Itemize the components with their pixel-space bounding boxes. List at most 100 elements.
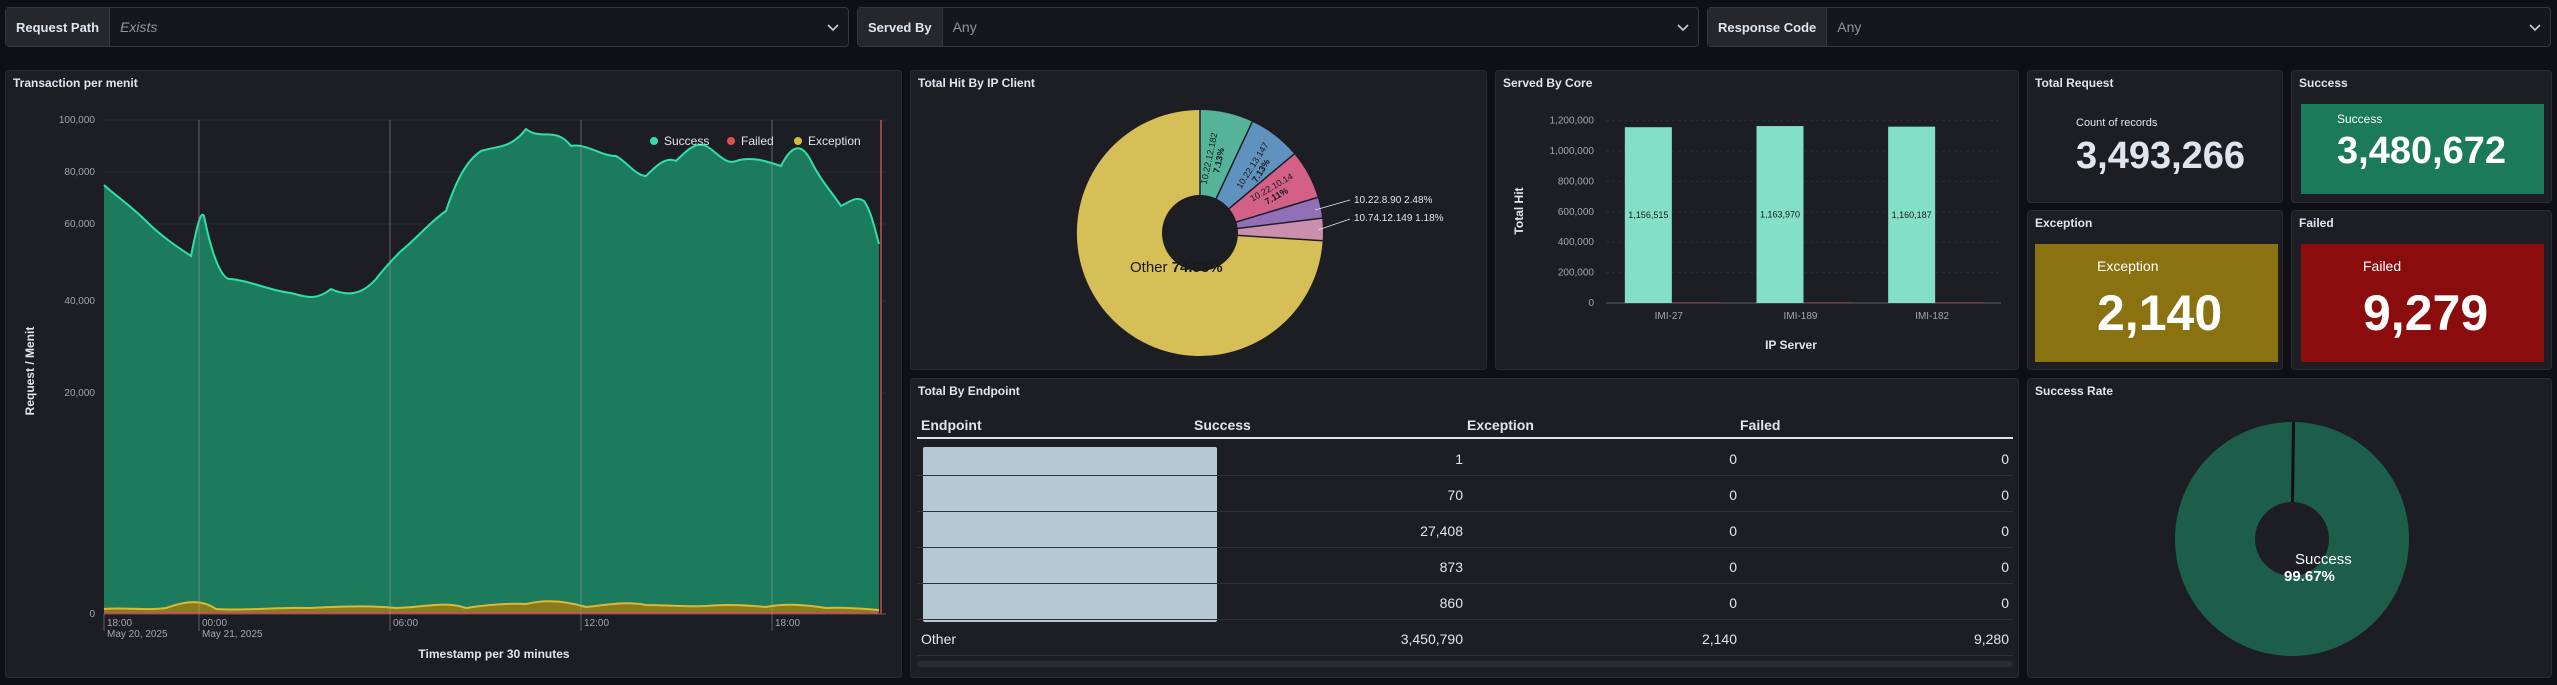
metric-label: Count of records (2076, 117, 2158, 129)
legend-exception-label: Exception (808, 134, 861, 148)
legend-failed-dot (727, 137, 735, 145)
x-tick-label: May 20, 2025 (107, 629, 168, 640)
y-tick-label: 400,000 (1558, 237, 1595, 248)
table-header: Endpoint Success Exception Failed (917, 415, 2013, 439)
y-tick-label: 0 (89, 609, 95, 620)
legend-success-dot (650, 137, 658, 145)
cell-success: 873 (1439, 558, 1463, 575)
x-tick-label: 06:00 (393, 618, 418, 629)
metric-label: Exception (2097, 258, 2159, 274)
served-by-core-panel: Served By Core Total Hit IP Server 1,200… (1495, 70, 2019, 370)
table-row-other[interactable]: Other 3,450,790 2,140 9,280 (917, 621, 2013, 656)
total-request-panel: Total Request Count of records 3,493,266 (2027, 70, 2283, 203)
cell-exception: 0 (1729, 486, 1737, 503)
panel-title: Exception (2035, 216, 2093, 230)
cell-failed: 0 (2001, 594, 2009, 611)
column-header-endpoint[interactable]: Endpoint (921, 417, 982, 433)
y-tick-label: 0 (1588, 298, 1594, 309)
ip-client-panel: Total Hit By IP Client 10.22.12.1827.13%… (910, 70, 1487, 370)
table-row[interactable]: 27,408 0 0 (917, 513, 2013, 548)
filter-label: Request Path (6, 8, 111, 46)
cell-failed: 0 (2001, 486, 2009, 503)
filter-label: Response Code (1708, 8, 1828, 46)
chevron-down-icon[interactable] (818, 8, 848, 46)
cell-exception: 0 (1729, 522, 1737, 539)
metric-label: Success (2337, 112, 2383, 126)
y-tick-label: 20,000 (64, 388, 95, 399)
chevron-down-icon[interactable] (1668, 8, 1698, 46)
cell-success: 70 (1447, 486, 1463, 503)
x-axis-title: Timestamp per 30 minutes (418, 647, 569, 661)
served-by-core-bar-chart[interactable]: Total Hit IP Server 1,200,000 1,000,000 80… (1496, 71, 2020, 371)
cell-success: 3,450,790 (1400, 630, 1463, 647)
cell-exception: 0 (1729, 558, 1737, 575)
horizontal-scrollbar[interactable] (917, 661, 2013, 667)
cell-failed: 0 (2001, 522, 2009, 539)
cell-success: 27,408 (1420, 522, 1463, 539)
success-rate-label: Success (2295, 551, 2352, 568)
y-axis-title: Request / Menit (23, 327, 37, 416)
x-tick-label: 12:00 (584, 618, 609, 629)
filter-value[interactable]: Any (1827, 8, 2520, 46)
cell-endpoint: Other (921, 630, 957, 647)
x-tick-label: May 21, 2025 (202, 629, 263, 640)
table-row[interactable]: 873 0 0 (917, 549, 2013, 584)
metric-value: 3,480,672 (2337, 130, 2507, 172)
y-tick-label: 200,000 (1558, 268, 1595, 279)
chart-legend: Success Failed Exception (650, 134, 861, 148)
x-tick-label: IMI-182 (1915, 311, 1949, 322)
bar-value-label: 1,160,187 (1892, 210, 1932, 220)
ip-client-donut-chart[interactable]: 10.22.12.1827.13% 10.22.13.1477.13% 10.2… (911, 71, 1488, 371)
exception-panel: Exception Exception 2,140 (2027, 210, 2283, 370)
x-tick-label: IMI-27 (1655, 311, 1684, 322)
x-tick-label: 00:00 (202, 618, 227, 629)
filter-response-code[interactable]: Response Code Any (1707, 7, 2551, 47)
cell-success: 860 (1439, 594, 1463, 611)
failed-panel: Failed Failed 9,279 (2291, 210, 2552, 370)
other-slice-label: Other 74.98% (1130, 259, 1223, 276)
table-row[interactable]: 1 0 0 (917, 441, 2013, 476)
y-axis-title: Total Hit (1512, 187, 1526, 234)
bar-value-label: 1,163,970 (1760, 210, 1800, 220)
y-tick-label: 40,000 (64, 296, 95, 307)
y-tick-label: 100,000 (59, 115, 96, 126)
chevron-down-icon[interactable] (2520, 8, 2550, 46)
x-tick-label: 18:00 (107, 618, 132, 629)
transaction-area-chart[interactable]: 100,000 80,000 60,000 40,000 20,000 0 Re… (6, 71, 903, 679)
filter-value[interactable]: Any (943, 8, 1668, 46)
table-row[interactable]: 70 0 0 (917, 477, 2013, 512)
panel-title: Success (2299, 76, 2348, 90)
y-tick-label: 80,000 (64, 167, 95, 178)
callout-label: 10.22.8.90 2.48% (1354, 195, 1433, 206)
filter-request-path[interactable]: Request Path Exists (5, 7, 849, 47)
column-header-exception[interactable]: Exception (1467, 417, 1534, 433)
filter-value[interactable]: Exists (110, 8, 818, 46)
legend-success-label: Success (664, 134, 709, 148)
column-header-success[interactable]: Success (1194, 417, 1251, 433)
metric-label: Failed (2363, 258, 2402, 274)
success-panel: Success Success 3,480,672 (2291, 70, 2552, 203)
cell-success: 1 (1455, 450, 1463, 467)
column-header-failed[interactable]: Failed (1740, 417, 1780, 433)
success-rate-pct: 99.67% (2284, 568, 2335, 585)
success-area (104, 129, 879, 614)
cell-failed: 0 (2001, 450, 2009, 467)
filter-served-by[interactable]: Served By Any (857, 7, 1699, 47)
legend-exception-dot (794, 137, 802, 145)
metric-value: 2,140 (2097, 285, 2223, 341)
metric-value: 9,279 (2363, 285, 2489, 341)
success-rate-donut-chart[interactable]: Success 99.67% (2028, 379, 2553, 679)
y-tick-label: 1,200,000 (1550, 116, 1595, 127)
cell-exception: 0 (1729, 594, 1737, 611)
table-row[interactable]: 860 0 0 (917, 585, 2013, 620)
exception-metric-tile: Exception 2,140 (2035, 244, 2278, 362)
x-axis-title: IP Server (1765, 338, 1817, 352)
callout-label: 10.74.12.149 1.18% (1354, 213, 1444, 224)
y-tick-label: 1,000,000 (1550, 146, 1595, 157)
bar-value-label: 1,156,515 (1628, 210, 1668, 220)
cell-failed: 0 (2001, 558, 2009, 575)
success-rate-panel: Success Rate Success 99.67% (2027, 378, 2552, 678)
metric-value: 3,493,266 (2076, 135, 2246, 177)
legend-failed-label: Failed (741, 134, 774, 148)
y-tick-label: 800,000 (1558, 176, 1595, 187)
